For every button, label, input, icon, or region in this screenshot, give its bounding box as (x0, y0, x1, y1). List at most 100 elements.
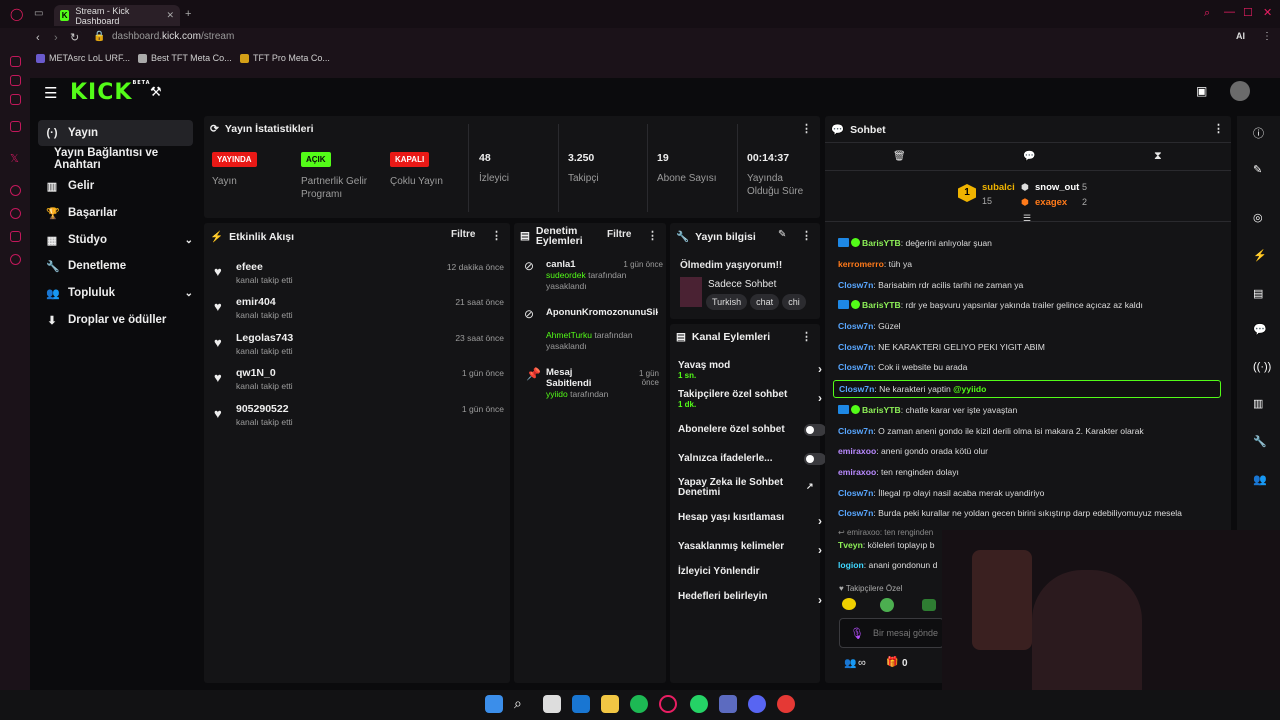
opera-icon[interactable]: ◯ (10, 7, 23, 21)
chat-username[interactable]: Closw7n (838, 280, 873, 290)
nav-gelir[interactable]: ▥ Gelir (38, 173, 193, 199)
users-icon[interactable]: 👥 (1253, 473, 1267, 486)
filter-button[interactable]: Filtre (607, 229, 631, 240)
tab-kick-dashboard[interactable]: K Stream - Kick Dashboard ✕ (54, 5, 180, 26)
chat-username[interactable]: BarisYTB (862, 300, 901, 310)
edit-icon[interactable]: ✎ (778, 229, 786, 240)
spotify-icon[interactable] (630, 695, 648, 713)
tag[interactable]: chi (782, 294, 806, 310)
chat-username[interactable]: emiraxoo (838, 446, 876, 456)
ai-button[interactable]: AI (1236, 31, 1245, 41)
raid-setting[interactable]: İzleyici Yönlendir (678, 566, 818, 577)
chat-input[interactable]: 🎙 Bir mesaj gönde (839, 618, 944, 648)
chat-username[interactable]: Closw7n (838, 426, 873, 436)
more-options-icon[interactable]: ⋮ (801, 122, 812, 135)
instagram-icon[interactable] (10, 94, 21, 105)
back-icon[interactable]: ‹ (36, 32, 40, 44)
ai-moderation-setting[interactable]: Yapay Zeka ile Sohbet Denetimi ↗ (678, 478, 814, 498)
speech-bubble-icon[interactable]: 💬 (1023, 151, 1035, 162)
nav-studyo[interactable]: ▦ Stüdyo ⌄ (38, 227, 193, 253)
new-tab-icon[interactable]: + (185, 8, 191, 20)
messenger-icon[interactable] (10, 56, 21, 67)
slow-mode-setting[interactable]: Yavaş mod 1 sn. › (678, 360, 822, 380)
chat-username[interactable]: kerromerro (838, 259, 884, 269)
layout-icon[interactable]: ▥ (1253, 397, 1263, 410)
account-age-setting[interactable]: Hesap yaşı kısıtlaması › (678, 512, 822, 528)
chat-username[interactable]: Closw7n (838, 488, 873, 498)
twitch-icon[interactable] (10, 75, 21, 86)
trash-icon[interactable]: 🗑 (893, 151, 906, 162)
chat-username[interactable]: emiraxoo (838, 467, 876, 477)
store-icon[interactable] (543, 695, 561, 713)
more-options-icon[interactable]: ⋮ (1213, 122, 1224, 135)
follower-only-setting[interactable]: Takipçilere özel sohbet 1 dk. › (678, 389, 822, 409)
top-gifter-name[interactable]: subalci (982, 182, 1015, 193)
close-window-icon[interactable]: ✕ (1263, 6, 1272, 19)
sub-only-setting[interactable]: Abonelere özel sohbet (678, 424, 826, 436)
settings-icon[interactable] (10, 254, 21, 265)
emote-icon[interactable] (880, 598, 894, 612)
category-name[interactable]: Sadece Sohbet (708, 279, 776, 290)
chat-mention[interactable]: @yyiido (953, 384, 986, 394)
bookmark-tft-pro[interactable]: TFT Pro Meta Co... (240, 53, 330, 63)
gift-icon[interactable]: 🎁 (886, 657, 898, 668)
nav-basarilar[interactable]: 🏆 Başarılar (38, 200, 193, 226)
hammer-icon[interactable]: ⚒ (150, 84, 162, 100)
chat-username[interactable]: Closw7n (838, 342, 873, 352)
gifter-name[interactable]: exagex (1035, 197, 1067, 208)
chat-username[interactable]: BarisYTB (862, 238, 901, 248)
opera-icon[interactable] (659, 695, 677, 713)
bookmark-metasrc[interactable]: METAsrc LoL URF... (36, 53, 130, 63)
extensions-icon[interactable] (10, 231, 21, 242)
more-options-icon[interactable]: ⋮ (801, 229, 812, 242)
avatar[interactable] (1230, 81, 1250, 101)
tag[interactable]: chat (750, 294, 780, 310)
lightning-icon[interactable]: ⚡ (1253, 249, 1267, 262)
chat-username[interactable]: Closw7n (838, 321, 873, 331)
minimize-icon[interactable]: — (1224, 6, 1235, 18)
info-icon[interactable]: ⓘ (1253, 125, 1264, 141)
gifter-name[interactable]: snow_out (1035, 182, 1079, 193)
app-icon[interactable] (719, 695, 737, 713)
hamburger-menu-icon[interactable]: ☰ (44, 84, 57, 102)
more-options-icon[interactable]: ⋮ (647, 229, 658, 242)
nav-yayin[interactable]: (·) Yayın (38, 120, 193, 146)
goals-setting[interactable]: Hedefleri belirleyin › (678, 591, 822, 607)
chat-username[interactable]: Closw7n (839, 384, 874, 394)
edit-icon[interactable]: ✎ (1253, 163, 1262, 176)
more-options-icon[interactable]: ⋮ (491, 229, 502, 242)
wallet-icon[interactable]: ▣ (1196, 84, 1207, 98)
reload-icon[interactable]: ↻ (70, 31, 79, 44)
microphone-icon[interactable]: 🎙 (850, 627, 864, 640)
player-icon[interactable] (10, 185, 21, 196)
tab-menu-icon[interactable]: ▭ (34, 8, 43, 19)
users-icon[interactable]: 👥 (844, 658, 856, 669)
chat-username[interactable]: Closw7n (838, 508, 873, 518)
history-icon[interactable] (10, 208, 21, 219)
x-icon[interactable]: 𝕏 (10, 152, 19, 165)
emote-icon[interactable] (842, 598, 856, 610)
whatsapp-icon[interactable] (690, 695, 708, 713)
filter-button[interactable]: Filtre (451, 229, 475, 240)
nav-droplar[interactable]: ⬇ Droplar ve ödüller (38, 307, 193, 333)
emote-only-setting[interactable]: Yalnızca ifadelerle... (678, 453, 826, 465)
close-icon[interactable]: ✕ (166, 10, 174, 21)
url-field[interactable]: dashboard.kick.com/stream (112, 31, 234, 42)
nav-denetleme[interactable]: 🔧 Denetleme (38, 253, 193, 279)
forward-icon[interactable]: › (54, 32, 58, 44)
folder-icon[interactable] (601, 695, 619, 713)
emote-icon[interactable] (922, 599, 936, 611)
sub-only-toggle[interactable] (804, 424, 826, 436)
expand-icon[interactable]: ☰ (1023, 213, 1031, 224)
maximize-icon[interactable]: ☐ (1243, 6, 1253, 19)
more-options-icon[interactable]: ⋮ (801, 330, 812, 343)
chat-username[interactable]: BarisYTB (862, 405, 901, 415)
tag[interactable]: Turkish (706, 294, 748, 310)
bookmark-tft-meta[interactable]: Best TFT Meta Co... (138, 53, 232, 63)
menu-icon[interactable]: ⋮ (1262, 31, 1272, 42)
app-icon[interactable] (777, 695, 795, 713)
doc-icon[interactable]: ▤ (1253, 287, 1263, 300)
broadcast-icon[interactable]: ((·)) (1253, 361, 1271, 373)
nav-topluluk[interactable]: 👥 Topluluk ⌄ (38, 280, 193, 306)
music-icon[interactable] (10, 121, 21, 132)
